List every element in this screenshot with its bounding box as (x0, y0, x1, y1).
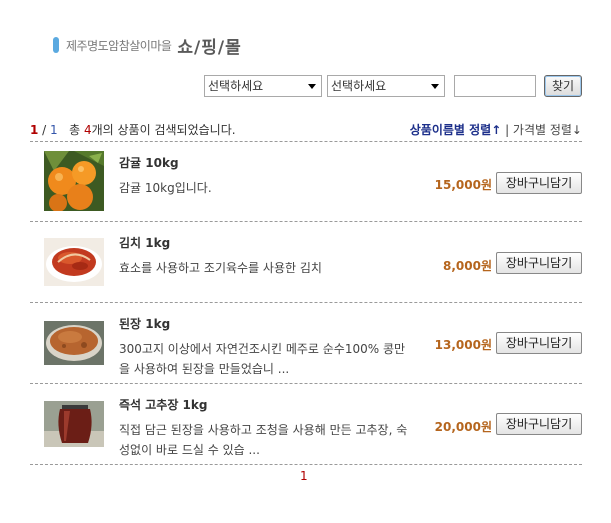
product-description: 감귤 10kg입니다. (119, 181, 212, 195)
village-name: 제주명도암참살이마을 (66, 38, 172, 53)
product-image[interactable] (44, 321, 104, 365)
add-to-cart-button[interactable]: 장바구니담기 (496, 252, 582, 274)
dropdown-arrow-icon (431, 84, 439, 89)
pagination-page-link[interactable]: 1 (300, 469, 308, 483)
product-description: 300고지 이상에서 자연건조시킨 메주로 순수100% 콩만을 사용하여 된장… (119, 342, 406, 376)
sort-divider: | (501, 123, 513, 137)
page-separator: / (38, 123, 51, 137)
kimchi-photo-icon (44, 238, 104, 286)
product-price: 8,000원 (443, 259, 492, 273)
gochujang-jar-photo-icon (44, 401, 104, 447)
header-bullet-icon (53, 37, 59, 53)
result-suffix: 개의 상품이 검색되었습니다. (91, 123, 236, 137)
product-price: 20,000원 (434, 420, 492, 434)
product-price: 15,000원 (434, 178, 492, 192)
product-name[interactable]: 감귤 10kg (119, 154, 179, 171)
product-name[interactable]: 김치 1kg (119, 234, 170, 251)
search-input[interactable] (454, 75, 536, 97)
sort-controls: 상품이름별 정렬↑ | 가격별 정렬↓ (410, 121, 582, 138)
category-select-2[interactable]: 선택하세요 (327, 75, 445, 97)
product-row: 김치 1kg 효소를 사용하고 조기육수를 사용한 김치 8,000원 장바구니… (30, 222, 582, 302)
page-title: 쇼/핑/몰 (177, 37, 242, 58)
add-to-cart-button[interactable]: 장바구니담기 (496, 413, 582, 435)
add-to-cart-button[interactable]: 장바구니담기 (496, 172, 582, 194)
product-image[interactable] (44, 401, 104, 447)
product-name[interactable]: 즉석 고추장 1kg (119, 396, 207, 413)
product-description: 직접 담근 된장을 사용하고 조청을 사용해 만든 고추장, 숙성없이 바로 드… (119, 423, 408, 457)
total-pages: 1 (50, 123, 58, 137)
sort-by-price-link[interactable]: 가격별 정렬↓ (513, 123, 582, 137)
product-image[interactable] (44, 238, 104, 286)
category-select-1-value: 선택하세요 (208, 79, 264, 93)
tangerines-photo-icon (44, 151, 104, 211)
search-button[interactable]: 찾기 (544, 75, 582, 97)
add-to-cart-button[interactable]: 장바구니담기 (496, 332, 582, 354)
result-summary: 1 / 1 총 4개의 상품이 검색되었습니다. 상품이름별 정렬↑ | 가격별… (30, 121, 582, 137)
product-image[interactable] (44, 151, 104, 211)
page-header: 제주명도암참살이마을 쇼/핑/몰 (53, 33, 242, 58)
category-select-1[interactable]: 선택하세요 (204, 75, 322, 97)
product-row: 감귤 10kg 감귤 10kg입니다. 15,000원 장바구니담기 (30, 142, 582, 222)
product-price: 13,000원 (434, 338, 492, 352)
product-name[interactable]: 된장 1kg (119, 315, 170, 332)
category-select-2-value: 선택하세요 (331, 79, 387, 93)
product-description: 효소를 사용하고 조기육수를 사용한 김치 (119, 261, 322, 275)
result-prefix: 총 (69, 123, 84, 137)
sort-by-name-link[interactable]: 상품이름별 정렬↑ (410, 123, 502, 137)
product-row: 된장 1kg 300고지 이상에서 자연건조시킨 메주로 순수100% 콩만을 … (30, 303, 582, 383)
divider (30, 464, 582, 465)
product-row: 즉석 고추장 1kg 직접 담근 된장을 사용하고 조청을 사용해 만든 고추장… (30, 384, 582, 464)
result-count: 4 (83, 123, 92, 137)
doenjang-photo-icon (44, 321, 104, 365)
dropdown-arrow-icon (308, 84, 316, 89)
